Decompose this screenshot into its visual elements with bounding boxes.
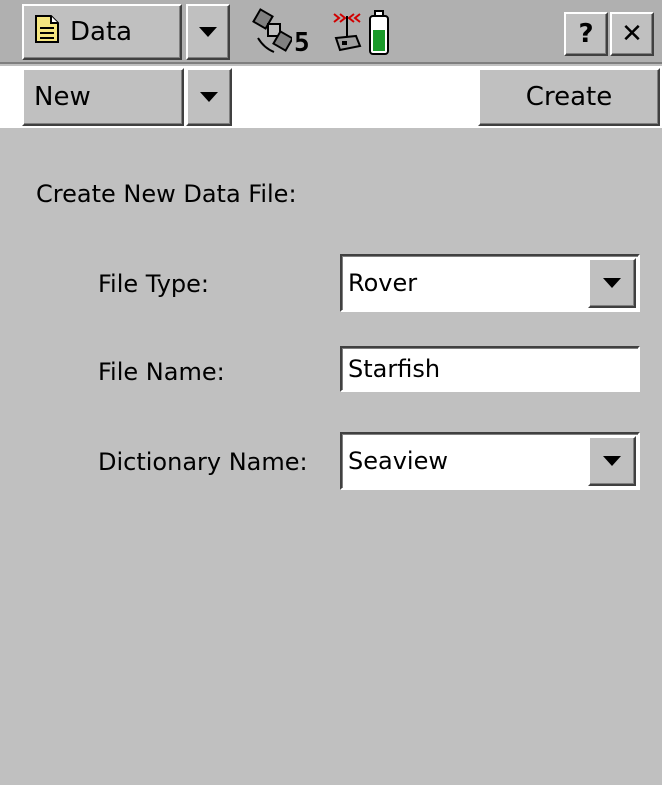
chevron-down-icon[interactable]	[588, 436, 636, 486]
dictionary-name-select[interactable]: Seaview	[340, 432, 640, 490]
mode-label: New	[34, 82, 91, 112]
help-button[interactable]: ?	[564, 12, 608, 56]
command-bar: New Create	[0, 66, 662, 128]
chevron-down-icon	[200, 92, 218, 102]
satellite-count: 5	[294, 28, 310, 58]
file-name-label: File Name:	[98, 358, 225, 386]
close-button[interactable]: ✕	[610, 12, 654, 56]
status-area: 5	[252, 6, 390, 60]
section-button[interactable]: Data	[22, 4, 182, 60]
dictionary-name-label: Dictionary Name:	[98, 448, 308, 476]
form-heading: Create New Data File:	[36, 180, 297, 208]
file-type-value: Rover	[348, 269, 418, 297]
create-button[interactable]: Create	[478, 68, 660, 126]
radio-signal-icon[interactable]	[330, 8, 364, 60]
file-type-label: File Type:	[98, 270, 209, 298]
battery-icon[interactable]	[368, 10, 390, 60]
title-bar: Data 5 ? ✕	[0, 0, 662, 64]
file-name-input[interactable]: Starfish	[340, 346, 640, 392]
chevron-down-icon[interactable]	[588, 258, 636, 308]
form-panel: Create New Data File: File Type: Rover F…	[22, 130, 662, 785]
section-label: Data	[70, 17, 133, 47]
chevron-down-icon	[199, 27, 217, 37]
document-icon	[34, 14, 60, 51]
mode-dropdown-button[interactable]	[186, 68, 232, 126]
mode-button[interactable]: New	[22, 68, 184, 126]
dictionary-name-value: Seaview	[348, 447, 448, 475]
section-dropdown-button[interactable]	[186, 4, 230, 60]
satellite-icon[interactable]	[252, 8, 294, 60]
file-type-select[interactable]: Rover	[340, 254, 640, 312]
